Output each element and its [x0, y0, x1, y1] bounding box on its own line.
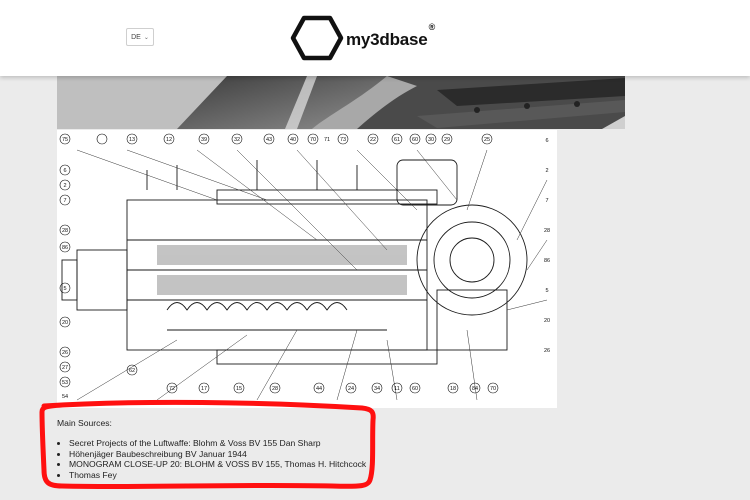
svg-text:28: 28: [272, 386, 278, 392]
svg-text:30: 30: [428, 137, 434, 143]
svg-text:34: 34: [374, 386, 380, 392]
svg-text:27: 27: [62, 365, 68, 371]
svg-text:86: 86: [544, 258, 550, 264]
svg-text:61: 61: [394, 137, 400, 143]
language-label: DE: [131, 33, 141, 41]
svg-text:72: 72: [169, 386, 175, 392]
svg-text:12: 12: [166, 137, 172, 143]
aircraft-photo-art: [57, 76, 625, 129]
svg-text:70: 70: [310, 137, 316, 143]
language-selector[interactable]: DE ⌄: [126, 28, 154, 46]
svg-text:11: 11: [394, 386, 400, 392]
list-item: Höhenjäger Baubeschreibung BV Januar 194…: [69, 449, 387, 460]
svg-text:28: 28: [544, 228, 550, 234]
list-item: Secret Projects of the Luftwaffe: Blohm …: [69, 438, 387, 449]
svg-text:29: 29: [444, 137, 450, 143]
svg-text:7: 7: [545, 198, 548, 204]
svg-text:6: 6: [63, 168, 66, 174]
svg-text:25: 25: [484, 137, 490, 143]
engine-technical-drawing: 75 6 2 7 28 86 5 20 26 27 53 54 13 12 39…: [57, 130, 557, 408]
svg-text:18: 18: [450, 386, 456, 392]
svg-text:70: 70: [490, 386, 496, 392]
svg-text:15: 15: [236, 386, 242, 392]
logo-text: my3dbase®: [346, 22, 435, 49]
svg-text:84: 84: [472, 386, 478, 392]
main-sources-section: Main Sources: Secret Projects of the Luf…: [57, 418, 387, 480]
svg-text:22: 22: [370, 137, 376, 143]
svg-text:39: 39: [201, 137, 207, 143]
svg-text:26: 26: [544, 348, 550, 354]
svg-text:73: 73: [340, 137, 346, 143]
svg-text:43: 43: [266, 137, 272, 143]
svg-text:26: 26: [62, 350, 68, 356]
svg-text:2: 2: [63, 183, 66, 189]
svg-text:60: 60: [412, 137, 418, 143]
site-logo[interactable]: my3dbase®: [290, 14, 435, 62]
sources-list: Secret Projects of the Luftwaffe: Blohm …: [57, 438, 387, 480]
svg-text:20: 20: [544, 318, 550, 324]
registered-mark: ®: [428, 22, 436, 32]
svg-text:54: 54: [62, 394, 68, 400]
svg-text:28: 28: [62, 228, 68, 234]
svg-text:2: 2: [545, 168, 548, 174]
site-header: DE ⌄ my3dbase®: [0, 0, 750, 76]
svg-text:32: 32: [234, 137, 240, 143]
list-item: MONOGRAM CLOSE-UP 20: BLOHM & VOSS BV 15…: [69, 459, 387, 470]
list-item: Thomas Fey: [69, 470, 387, 481]
engine-blueprint: 75 6 2 7 28 86 5 20 26 27 53 54 13 12 39…: [57, 130, 557, 408]
svg-text:5: 5: [545, 288, 548, 294]
svg-text:60: 60: [412, 386, 418, 392]
svg-text:20: 20: [62, 320, 68, 326]
svg-text:71: 71: [324, 137, 330, 143]
svg-text:7: 7: [63, 198, 66, 204]
svg-text:44: 44: [316, 386, 322, 392]
svg-text:13: 13: [129, 137, 135, 143]
hexagon-logo-icon: [290, 15, 344, 61]
svg-text:6: 6: [545, 138, 548, 144]
svg-text:75: 75: [62, 137, 68, 143]
aircraft-photo: [57, 76, 625, 129]
chevron-down-icon: ⌄: [143, 34, 149, 41]
svg-text:86: 86: [62, 245, 68, 251]
svg-text:40: 40: [290, 137, 296, 143]
svg-text:5: 5: [63, 286, 66, 292]
svg-text:24: 24: [348, 386, 354, 392]
svg-text:17: 17: [201, 386, 207, 392]
svg-text:53: 53: [62, 380, 68, 386]
svg-text:62: 62: [129, 368, 135, 374]
sources-title: Main Sources:: [57, 418, 112, 428]
